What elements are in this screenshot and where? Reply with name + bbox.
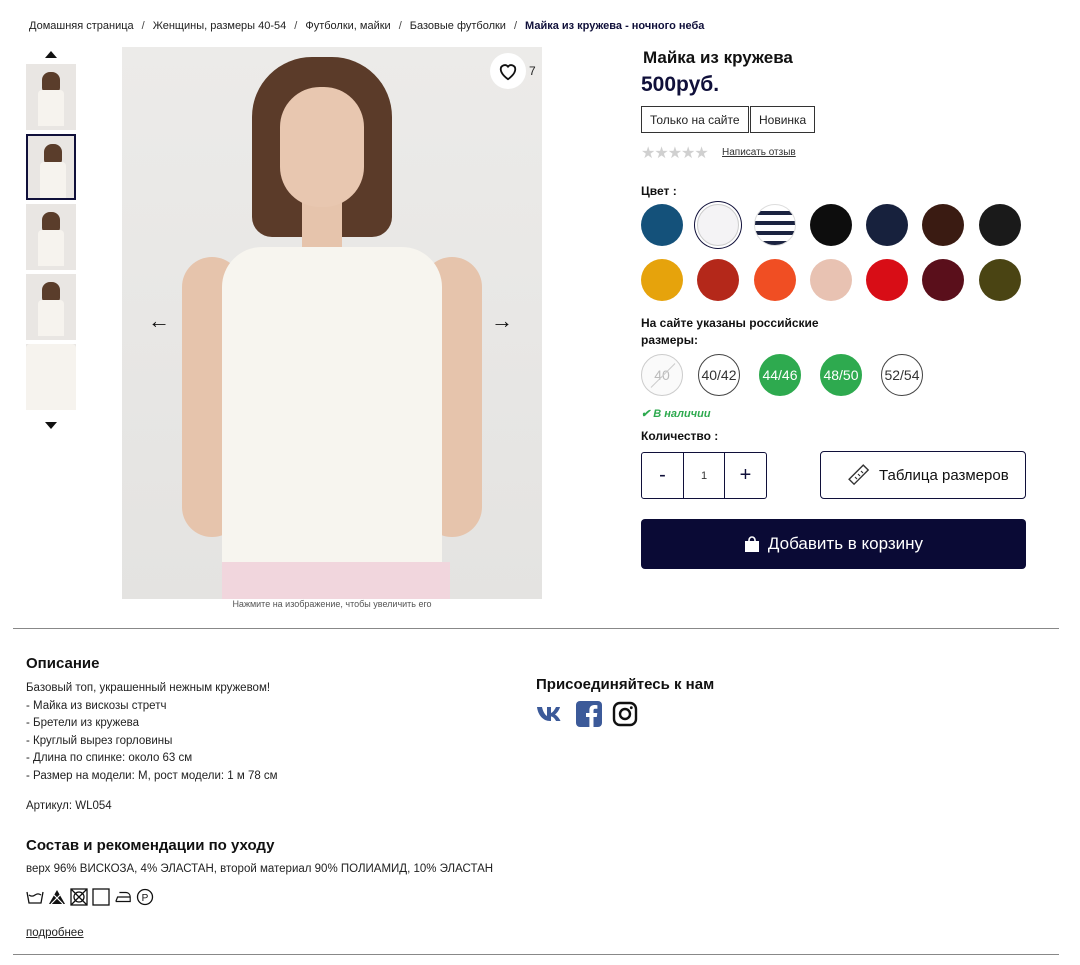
facebook-icon[interactable]: [576, 701, 602, 727]
add-to-cart-label: Добавить в корзину: [767, 534, 924, 553]
color-swatch[interactable]: [641, 204, 683, 246]
favorite-button[interactable]: [490, 53, 526, 89]
size-option[interactable]: 44/46: [759, 354, 801, 396]
sizes-label-2: размеры:: [641, 333, 698, 347]
stock-text: В наличии: [653, 408, 711, 420]
add-to-cart-button[interactable]: Добавить в корзину: [641, 519, 1026, 569]
breadcrumb-women[interactable]: Женщины, размеры 40-54: [153, 20, 287, 32]
color-swatch[interactable]: [866, 259, 908, 301]
dry-clean-icon: P: [136, 888, 154, 906]
thumbs-up-arrow-icon[interactable]: [45, 51, 57, 58]
size-option[interactable]: 48/50: [820, 354, 862, 396]
thumbnail-selected[interactable]: [26, 134, 76, 200]
favorite-count: 7: [529, 64, 536, 78]
composition-heading: Состав и рекомендации по уходу: [26, 837, 275, 854]
size-option[interactable]: 40: [641, 354, 683, 396]
breadcrumb-separator: /: [294, 20, 298, 32]
thumbnail[interactable]: [26, 64, 76, 130]
social-heading: Присоединяйтесь к нам: [536, 676, 715, 693]
color-swatch[interactable]: [979, 204, 1021, 246]
breadcrumb-current: Майка из кружева - ночного неба: [525, 20, 705, 32]
color-swatch[interactable]: [810, 259, 852, 301]
color-swatch[interactable]: [866, 204, 908, 246]
zoom-hint: Нажмите на изображение, чтобы увеличить …: [232, 599, 432, 609]
quantity-stepper: - 1 +: [641, 452, 767, 499]
instagram-icon[interactable]: [612, 701, 638, 727]
color-swatch[interactable]: [922, 259, 964, 301]
ruler-icon: [848, 464, 870, 486]
care-icons: P: [26, 888, 158, 906]
composition-text: верх 96% ВИСКОЗА, 4% ЭЛАСТАН, второй мат…: [26, 863, 494, 875]
social-links: [536, 701, 648, 727]
write-review-link[interactable]: Написать отзыв: [722, 147, 796, 158]
product-price: 500руб.: [641, 73, 720, 96]
description-text: Базовый топ, украшенный нежным кружевом!…: [26, 682, 278, 782]
color-swatch[interactable]: [697, 204, 739, 246]
svg-text:P: P: [142, 893, 149, 904]
breadcrumb: Домашняя страница / Женщины, размеры 40-54…: [29, 20, 704, 32]
breadcrumb-tshirts[interactable]: Футболки, майки: [305, 20, 390, 32]
size-option[interactable]: 40/42: [698, 354, 740, 396]
no-bleach-icon: [48, 888, 66, 906]
badge-online-only: Только на сайте: [641, 106, 749, 133]
qty-minus-button[interactable]: -: [642, 453, 683, 498]
thumbs-down-arrow-icon[interactable]: [45, 422, 57, 429]
breadcrumb-basic-tshirts[interactable]: Базовые футболки: [410, 20, 506, 32]
no-tumble-dry-icon: [70, 888, 88, 906]
divider: [13, 628, 1059, 629]
color-swatch[interactable]: [979, 259, 1021, 301]
color-swatch[interactable]: [754, 204, 796, 246]
product-main-image[interactable]: [122, 47, 542, 599]
product-title: Майка из кружева: [643, 48, 793, 67]
check-circle-icon: ✔︎: [641, 408, 654, 420]
breadcrumb-separator: /: [513, 20, 518, 32]
thumbnail[interactable]: [26, 344, 76, 410]
color-swatch[interactable]: [641, 259, 683, 301]
size-table-button[interactable]: Таблица размеров: [820, 451, 1026, 499]
color-swatch[interactable]: [810, 204, 852, 246]
thumbnail-strip: [26, 46, 76, 429]
thumbnail[interactable]: [26, 204, 76, 270]
thumbnail[interactable]: [26, 274, 76, 340]
vk-icon[interactable]: [536, 704, 566, 724]
stock-status: ✔︎ В наличии: [641, 407, 711, 420]
more-details-link[interactable]: подробнее: [26, 927, 84, 939]
breadcrumb-separator: /: [141, 20, 145, 32]
sizes-label: На сайте указаны российские: [641, 316, 819, 330]
description-heading: Описание: [26, 655, 100, 672]
iron-icon: [114, 888, 132, 906]
rating-stars: ★★★★★: [641, 145, 709, 162]
product-sku: Артикул: WL054: [26, 800, 112, 812]
shopping-bag-icon: [744, 535, 759, 552]
size-option[interactable]: 52/54: [881, 354, 923, 396]
breadcrumb-separator: /: [398, 20, 402, 32]
prev-image-arrow-icon[interactable]: ←: [148, 308, 170, 334]
next-image-arrow-icon[interactable]: →: [491, 308, 513, 334]
divider: [13, 954, 1059, 955]
color-swatch[interactable]: [754, 259, 796, 301]
color-swatch[interactable]: [922, 204, 964, 246]
size-table-label: Таблица размеров: [879, 466, 1009, 484]
qty-value-field[interactable]: 1: [683, 453, 725, 498]
wash-icon: [26, 888, 44, 906]
quantity-label: Количество :: [641, 429, 719, 443]
badge-new: Новинка: [750, 106, 816, 133]
heart-icon: [499, 64, 517, 81]
breadcrumb-home[interactable]: Домашняя страница: [29, 20, 134, 32]
qty-plus-button[interactable]: +: [725, 453, 766, 498]
color-label: Цвет :: [641, 184, 677, 198]
color-swatch[interactable]: [697, 259, 739, 301]
dry-icon: [92, 888, 110, 906]
